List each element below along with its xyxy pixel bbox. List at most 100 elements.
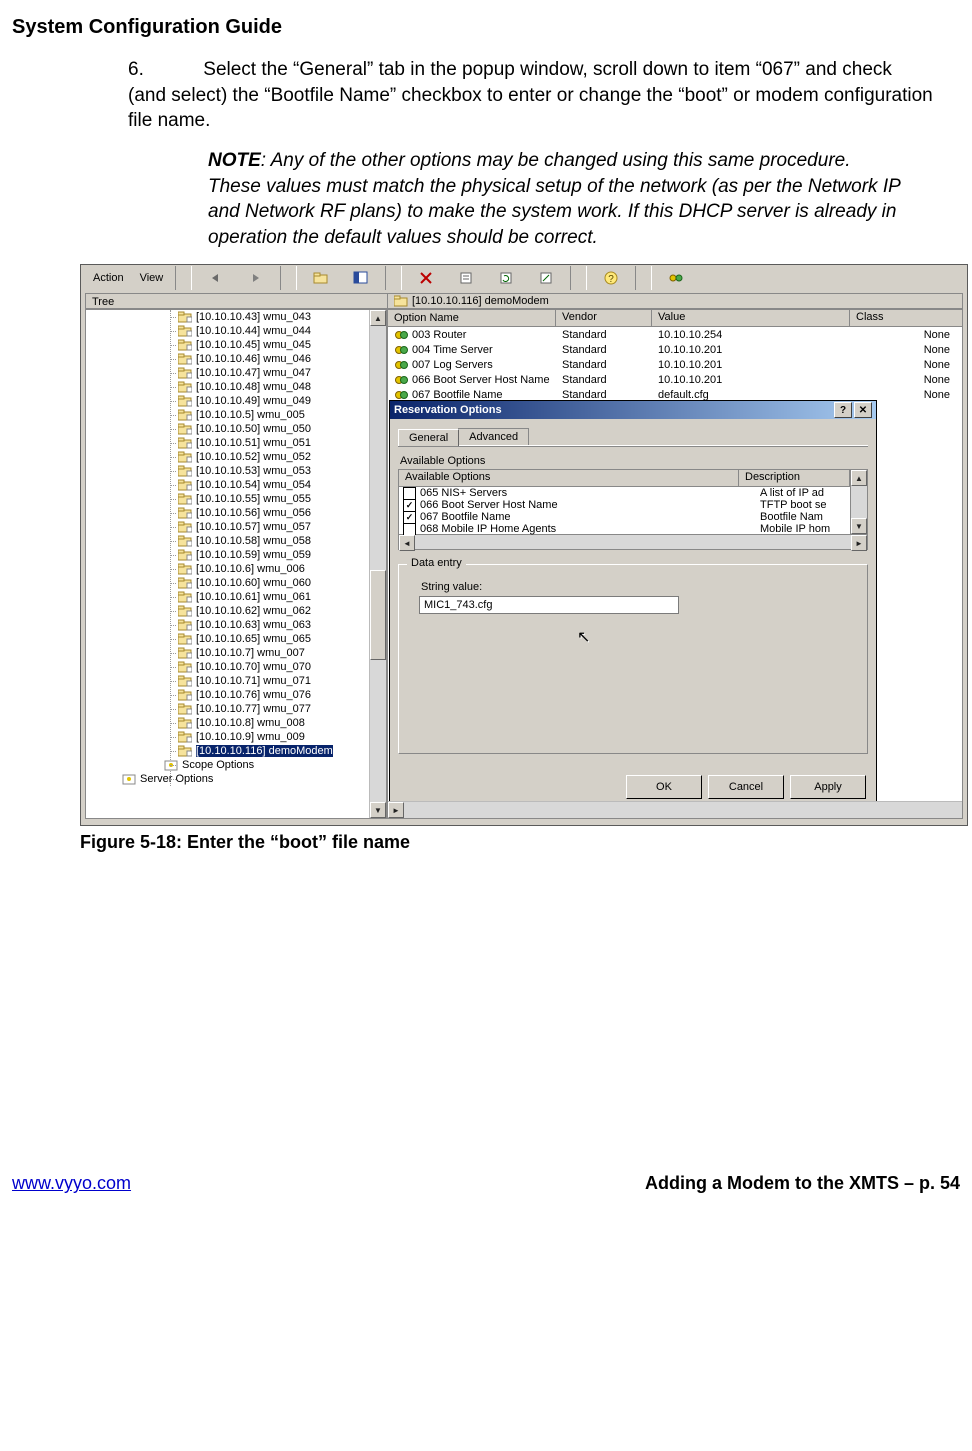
properties-icon[interactable] <box>448 265 484 291</box>
tree-item[interactable]: [10.10.10.71] wmu_071 <box>86 674 386 688</box>
row-value: 10.10.10.254 <box>652 329 850 341</box>
tree-item[interactable]: [10.10.10.56] wmu_056 <box>86 506 386 520</box>
tree-item[interactable]: [10.10.10.6] wmu_006 <box>86 562 386 576</box>
tree-item[interactable]: [10.10.10.48] wmu_048 <box>86 380 386 394</box>
option-desc: Bootfile Nam <box>760 511 846 523</box>
option-row[interactable]: 068 Mobile IP Home AgentsMobile IP hom <box>399 523 850 535</box>
scroll-up-icon[interactable]: ▲ <box>370 310 386 326</box>
apply-button[interactable]: Apply <box>790 775 866 799</box>
forward-icon[interactable] <box>238 265 274 291</box>
col-option-name[interactable]: Option Name <box>388 310 556 326</box>
scroll-left-icon[interactable]: ◄ <box>399 535 415 551</box>
options-header-desc[interactable]: Description <box>739 470 850 486</box>
tree-item[interactable]: [10.10.10.116] demoModem <box>86 744 386 758</box>
scroll-right-icon[interactable]: ► <box>388 802 404 818</box>
toolbar-divider <box>175 266 192 290</box>
tree-item[interactable]: [10.10.10.61] wmu_061 <box>86 590 386 604</box>
refresh-icon[interactable] <box>488 265 524 291</box>
dhcp-icon[interactable] <box>658 265 694 291</box>
dialog-titlebar[interactable]: Reservation Options ? ✕ <box>390 401 876 419</box>
tree-item[interactable]: [10.10.10.76] wmu_076 <box>86 688 386 702</box>
tree-item[interactable]: [10.10.10.57] wmu_057 <box>86 520 386 534</box>
list-hscrollbar[interactable]: ◄ ► <box>388 801 962 818</box>
up-folder-icon[interactable] <box>303 265 339 291</box>
tree-item[interactable]: [10.10.10.51] wmu_051 <box>86 436 386 450</box>
menu-view[interactable]: View <box>134 270 170 286</box>
row-name: 067 Bootfile Name <box>412 389 503 401</box>
tree-item[interactable]: Scope Options <box>86 758 386 772</box>
row-class: None <box>850 389 962 401</box>
list-row[interactable]: 007 Log ServersStandard10.10.10.201None <box>388 357 962 372</box>
tree-item[interactable]: [10.10.10.45] wmu_045 <box>86 338 386 352</box>
tree-item[interactable]: [10.10.10.47] wmu_047 <box>86 366 386 380</box>
tree-item[interactable]: [10.10.10.63] wmu_063 <box>86 618 386 632</box>
dialog-help-button[interactable]: ? <box>834 402 852 418</box>
tree-item[interactable]: [10.10.10.59] wmu_059 <box>86 548 386 562</box>
tree-pane[interactable]: [10.10.10.43] wmu_043[10.10.10.44] wmu_0… <box>85 309 387 819</box>
scroll-up-icon[interactable]: ▲ <box>851 470 867 486</box>
note-label: NOTE <box>208 150 261 171</box>
tree-item[interactable]: [10.10.10.9] wmu_009 <box>86 730 386 744</box>
col-value[interactable]: Value <box>652 310 850 326</box>
tree-item[interactable]: [10.10.10.44] wmu_044 <box>86 324 386 338</box>
tree-item[interactable]: [10.10.10.8] wmu_008 <box>86 716 386 730</box>
tree-item[interactable]: [10.10.10.70] wmu_070 <box>86 660 386 674</box>
tree-item[interactable]: [10.10.10.62] wmu_062 <box>86 604 386 618</box>
tree-item[interactable]: Server Options <box>86 772 386 786</box>
tree-item[interactable]: [10.10.10.77] wmu_077 <box>86 702 386 716</box>
help-icon[interactable]: ? <box>593 265 629 291</box>
tree-item[interactable]: [10.10.10.7] wmu_007 <box>86 646 386 660</box>
ok-button[interactable]: OK <box>626 775 702 799</box>
tab-advanced[interactable]: Advanced <box>458 428 529 445</box>
option-row[interactable]: 065 NIS+ ServersA list of IP ad <box>399 487 850 499</box>
list-row[interactable]: 066 Boot Server Host NameStandard10.10.1… <box>388 372 962 387</box>
dialog-close-button[interactable]: ✕ <box>854 402 872 418</box>
export-icon[interactable] <box>528 265 564 291</box>
options-hscrollbar[interactable]: ◄ ► <box>398 535 868 550</box>
row-class: None <box>850 329 962 341</box>
footer-pageinfo: Adding a Modem to the XMTS – p. 54 <box>645 1173 960 1194</box>
scroll-thumb[interactable] <box>370 570 386 660</box>
delete-icon[interactable] <box>408 265 444 291</box>
scroll-down-icon[interactable]: ▼ <box>370 802 386 818</box>
tree-item[interactable]: [10.10.10.65] wmu_065 <box>86 632 386 646</box>
list-row[interactable]: 003 RouterStandard10.10.10.254None <box>388 327 962 342</box>
available-options-list[interactable]: Available Options Description 065 NIS+ S… <box>398 469 850 535</box>
tree-item[interactable]: [10.10.10.50] wmu_050 <box>86 422 386 436</box>
string-value-input[interactable] <box>419 596 679 614</box>
option-row[interactable]: ✓066 Boot Server Host NameTFTP boot se <box>399 499 850 511</box>
col-vendor[interactable]: Vendor <box>556 310 652 326</box>
cancel-button[interactable]: Cancel <box>708 775 784 799</box>
cursor-icon: ↖ <box>577 627 590 647</box>
show-hide-tree-icon[interactable] <box>343 265 379 291</box>
col-class[interactable]: Class <box>850 310 962 326</box>
tree-item[interactable]: [10.10.10.49] wmu_049 <box>86 394 386 408</box>
tree-item-label: [10.10.10.47] wmu_047 <box>196 367 311 379</box>
list-row[interactable]: 004 Time ServerStandard10.10.10.201None <box>388 342 962 357</box>
svg-text:?: ? <box>608 274 614 285</box>
tree-item[interactable]: [10.10.10.43] wmu_043 <box>86 310 386 324</box>
scroll-right-icon[interactable]: ► <box>851 535 867 551</box>
back-icon[interactable] <box>198 265 234 291</box>
options-vscrollbar[interactable]: ▲ ▼ <box>850 469 868 535</box>
tree-item[interactable]: [10.10.10.53] wmu_053 <box>86 464 386 478</box>
option-checkbox[interactable] <box>403 523 416 536</box>
option-row[interactable]: ✓067 Bootfile NameBootfile Nam <box>399 511 850 523</box>
tree-item[interactable]: [10.10.10.55] wmu_055 <box>86 492 386 506</box>
scroll-down-icon[interactable]: ▼ <box>851 518 867 534</box>
tree-item-label: [10.10.10.116] demoModem <box>196 745 333 757</box>
tree-item[interactable]: [10.10.10.52] wmu_052 <box>86 450 386 464</box>
tree-item[interactable]: [10.10.10.60] wmu_060 <box>86 576 386 590</box>
tree-scrollbar[interactable]: ▲ ▼ <box>369 310 386 818</box>
tree-item-label: [10.10.10.70] wmu_070 <box>196 661 311 673</box>
footer-link[interactable]: www.vyyo.com <box>12 1173 131 1194</box>
tree-item[interactable]: [10.10.10.58] wmu_058 <box>86 534 386 548</box>
tree-item[interactable]: [10.10.10.46] wmu_046 <box>86 352 386 366</box>
tree-item[interactable]: [10.10.10.5] wmu_005 <box>86 408 386 422</box>
tab-general[interactable]: General <box>398 429 459 446</box>
tree-item-label: [10.10.10.76] wmu_076 <box>196 689 311 701</box>
options-header-name[interactable]: Available Options <box>399 470 739 486</box>
tree-item[interactable]: [10.10.10.54] wmu_054 <box>86 478 386 492</box>
dialog-tabs: General Advanced <box>398 425 868 445</box>
menu-action[interactable]: Action <box>87 270 130 286</box>
